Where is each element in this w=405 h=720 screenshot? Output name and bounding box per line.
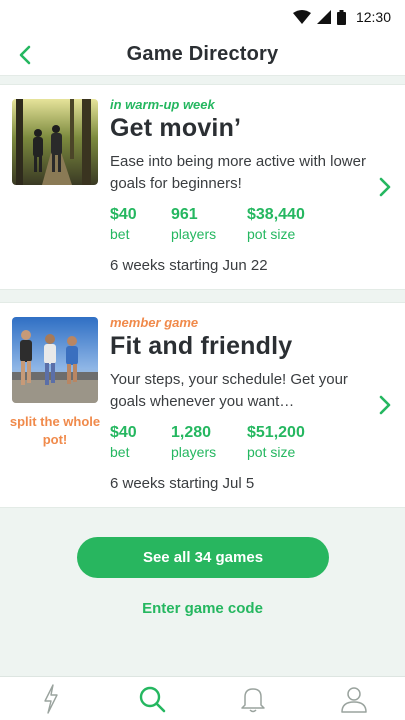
game-schedule: 6 weeks starting Jun 22 (110, 257, 268, 274)
see-all-games-button[interactable]: See all 34 games (77, 537, 329, 578)
stat-value: $38,440 (247, 206, 305, 223)
nav-item-activity[interactable] (26, 679, 76, 719)
stat-value: $40 (110, 424, 137, 441)
game-stats: $40 bet 961 players $38,440 pot size (110, 205, 370, 243)
stat-pot-size: $38,440 pot size (247, 205, 305, 243)
stat-bet: $40 bet (110, 205, 171, 243)
stat-pot-size: $51,200 pot size (247, 423, 305, 461)
person-icon (341, 686, 368, 713)
battery-icon (336, 9, 346, 25)
cell-signal-icon (316, 10, 331, 24)
stat-label: players (171, 226, 217, 242)
lightning-icon (43, 683, 58, 714)
nav-item-notifications[interactable] (228, 679, 278, 719)
stat-value: 961 (171, 206, 198, 223)
stat-value: $51,200 (247, 424, 305, 441)
game-description: Your steps, your schedule! Get your goal… (110, 371, 348, 410)
bell-icon (241, 687, 265, 712)
chevron-right-icon[interactable] (375, 393, 395, 417)
stat-label: pot size (247, 226, 296, 242)
stat-label: pot size (247, 444, 296, 460)
game-title: Get movin’ (110, 114, 242, 142)
split-pot-note: split the whole pot! (9, 414, 101, 447)
nav-item-profile[interactable] (329, 679, 379, 719)
status-time: 12:30 (355, 9, 391, 25)
chevron-right-icon[interactable] (375, 175, 395, 199)
game-image (12, 99, 98, 185)
page-title: Game Directory (126, 43, 279, 65)
game-image (12, 317, 98, 403)
chevron-left-icon (19, 45, 31, 65)
stat-players: 1,280 players (171, 423, 247, 461)
game-tag: in warm-up week (110, 97, 215, 112)
stat-value: $40 (110, 206, 137, 223)
search-icon (139, 686, 166, 712)
card-body: in warm-up week Get movin’ Ease into bei… (110, 97, 370, 274)
back-button[interactable] (10, 40, 40, 70)
game-title: Fit and friendly (110, 332, 293, 360)
stat-bet: $40 bet (110, 423, 171, 461)
header: Game Directory (0, 34, 405, 76)
game-card-get-movin[interactable]: in warm-up week Get movin’ Ease into bei… (0, 84, 405, 290)
game-stats: $40 bet 1,280 players $51,200 pot size (110, 423, 370, 461)
game-description: Ease into being more active with lower g… (110, 153, 366, 192)
status-bar: 12:30 (0, 0, 405, 34)
nav-item-search[interactable] (127, 679, 177, 719)
bottom-nav (0, 676, 405, 720)
enter-game-code-link[interactable]: Enter game code (0, 600, 405, 617)
game-tag: member game (110, 315, 199, 330)
game-card-fit-and-friendly[interactable]: split the whole pot! member game Fit and… (0, 302, 405, 508)
stat-label: bet (110, 444, 130, 460)
stat-value: 1,280 (171, 424, 212, 441)
game-list: in warm-up week Get movin’ Ease into bei… (0, 84, 405, 520)
stat-players: 961 players (171, 205, 247, 243)
card-body: member game Fit and friendly Your steps,… (110, 315, 370, 492)
game-schedule: 6 weeks starting Jul 5 (110, 475, 255, 492)
wifi-icon (292, 10, 311, 24)
stat-label: bet (110, 226, 130, 242)
stat-label: players (171, 444, 217, 460)
